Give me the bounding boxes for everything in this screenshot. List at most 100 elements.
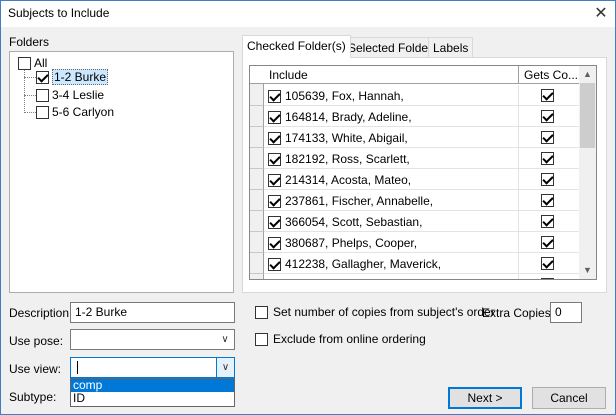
row-header[interactable] [250,148,264,169]
scroll-up-icon[interactable]: ▲ [579,66,596,83]
gets-copy-cell[interactable] [541,131,554,147]
row-header[interactable] [250,274,264,279]
table-row[interactable]: 214314, Acosta, Mateo, [250,169,580,190]
tree-item-3-4-leslie[interactable]: 3-4 Leslie [36,87,104,103]
extra-copies-input[interactable]: 0 [550,302,582,323]
row-header[interactable] [250,190,264,211]
include-cell[interactable]: 164814, Brady, Adeline, [268,110,412,124]
tab-labels[interactable]: Labels [428,37,474,58]
set-copies-option[interactable]: Set number of copies from subject's orde… [255,305,495,319]
gets-copy-cell[interactable] [541,236,554,252]
include-cell[interactable]: 437515, Allen, Sofia, [268,278,395,279]
chevron-down-icon[interactable]: ∨ [216,330,234,349]
include-cell[interactable]: 182192, Ross, Scarlett, [268,152,410,166]
gets-copy-cell[interactable] [541,110,554,126]
gets-copy-checkbox[interactable] [541,215,554,228]
tree-item-5-6-carlyon[interactable]: 5-6 Carlyon [36,104,114,120]
include-checkbox[interactable] [268,110,281,124]
row-header[interactable] [250,232,264,253]
gets-copy-cell[interactable] [541,89,554,105]
include-cell[interactable]: 380687, Phelps, Cooper, [268,236,417,250]
include-cell[interactable]: 214314, Acosta, Mateo, [268,173,411,187]
row-header[interactable] [250,85,264,106]
gets-copy-checkbox[interactable] [541,131,554,144]
include-checkbox[interactable] [268,152,281,166]
grid-vertical-scrollbar[interactable]: ▲ ▼ [579,66,596,279]
tree-checkbox-3-4-leslie[interactable] [36,88,49,102]
gets-copy-checkbox[interactable] [541,194,554,207]
include-checkbox[interactable] [268,236,281,250]
scroll-thumb[interactable] [580,83,595,148]
include-checkbox[interactable] [268,257,281,271]
table-row[interactable]: 182192, Ross, Scarlett, [250,148,580,169]
next-button[interactable]: Next > [448,387,522,409]
subject-name: 437515, Allen, Sofia, [285,278,395,279]
use-view-dropdown-list: comp ID [70,378,235,407]
column-header-include[interactable]: Include [264,66,519,84]
row-header[interactable] [250,169,264,190]
row-header[interactable] [250,253,264,274]
include-checkbox[interactable] [268,215,281,229]
include-checkbox[interactable] [268,194,281,208]
gets-copy-checkbox[interactable] [541,278,554,279]
table-row[interactable]: 174133, White, Abigail, [250,127,580,148]
include-cell[interactable]: 366054, Scott, Sebastian, [268,215,422,229]
tree-item-1-2-burke[interactable]: 1-2 Burke [36,69,109,85]
description-input[interactable]: 1-2 Burke [70,302,235,323]
gets-copy-checkbox[interactable] [541,89,554,102]
gets-copy-checkbox[interactable] [541,257,554,270]
use-pose-select[interactable]: ∨ [70,329,235,350]
table-row[interactable]: 380687, Phelps, Cooper, [250,232,580,253]
column-divider [518,274,519,279]
tree-checkbox-5-6-carlyon[interactable] [36,105,49,119]
description-label: Description: [9,306,73,320]
table-row[interactable]: 366054, Scott, Sebastian, [250,211,580,232]
close-icon[interactable]: ✕ [591,4,611,24]
gets-copy-cell[interactable] [541,278,554,279]
gets-copy-cell[interactable] [541,173,554,189]
gets-copy-checkbox[interactable] [541,173,554,186]
table-row[interactable]: 237861, Fischer, Annabelle, [250,190,580,211]
include-cell[interactable]: 412238, Gallagher, Maverick, [268,257,441,271]
table-row[interactable]: 412238, Gallagher, Maverick, [250,253,580,274]
subject-name: 214314, Acosta, Mateo, [285,173,412,187]
include-cell[interactable]: 174133, White, Abigail, [268,131,408,145]
table-row[interactable]: 164814, Brady, Adeline, [250,106,580,127]
gets-copy-cell[interactable] [541,215,554,231]
include-checkbox[interactable] [268,131,281,145]
gets-copy-cell[interactable] [541,257,554,273]
exclude-online-option[interactable]: Exclude from online ordering [255,332,426,346]
folders-label: Folders [9,35,50,49]
row-header[interactable] [250,106,264,127]
set-copies-checkbox[interactable] [255,305,268,319]
tree-checkbox-1-2-burke[interactable] [36,70,49,84]
chevron-down-icon[interactable]: ∨ [216,358,234,377]
tree-connector [24,68,25,113]
tab-selected-folder[interactable]: Selected Folder [343,37,438,58]
gets-copy-checkbox[interactable] [541,236,554,249]
include-cell[interactable]: 237861, Fischer, Annabelle, [268,194,433,208]
column-header-gets-copy[interactable]: Gets Co... [519,66,580,84]
include-checkbox[interactable] [268,278,281,279]
use-view-select[interactable]: ∨ [70,357,235,378]
scroll-down-icon[interactable]: ▼ [579,262,596,279]
gets-copy-checkbox[interactable] [541,152,554,165]
include-cell[interactable]: 105639, Fox, Hannah, [268,89,404,103]
table-row[interactable]: 105639, Fox, Hannah, [250,85,580,106]
gets-copy-cell[interactable] [541,194,554,210]
gets-copy-checkbox[interactable] [541,110,554,123]
dropdown-option-comp[interactable]: comp [71,379,234,392]
include-checkbox[interactable] [268,173,281,187]
tab-checked-folders[interactable]: Checked Folder(s) [242,35,351,58]
cancel-button[interactable]: Cancel [532,387,606,409]
dropdown-option-id[interactable]: ID [71,392,234,405]
tree-checkbox-all[interactable] [18,56,31,70]
row-header[interactable] [250,127,264,148]
table-row[interactable]: 437515, Allen, Sofia, [250,274,580,279]
gets-copy-cell[interactable] [541,152,554,168]
include-checkbox[interactable] [268,89,281,103]
use-pose-label: Use pose: [9,334,64,348]
exclude-online-checkbox[interactable] [255,332,268,346]
row-header[interactable] [250,211,264,232]
column-divider [518,127,519,148]
